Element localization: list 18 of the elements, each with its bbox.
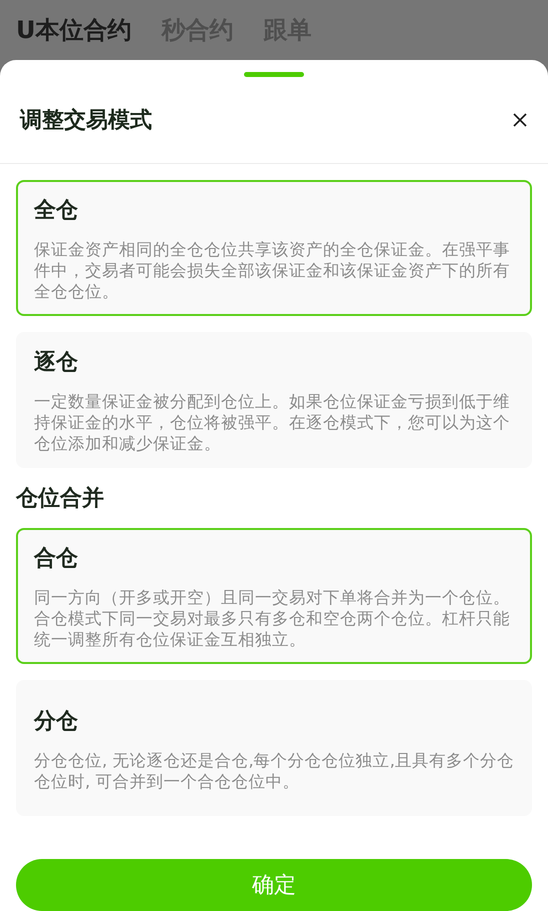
option-title: 全仓 <box>34 197 79 225</box>
option-card[interactable]: 全仓 保证金资产相同的全仓仓位共享该资产的全仓保证金。在强平事件中，交易者可能会损失全部该保证金和该保证金资产下的所有全仓仓位。 <box>16 180 532 316</box>
tab[interactable]: U本位合约 <box>16 18 132 42</box>
sheet-title: 调整交易模式 <box>20 106 152 134</box>
option-card[interactable]: 逐仓 一定数量保证金被分配到仓位上。如果仓位保证金亏损到低于维持保证金的水平，仓位将被强平。在逐仓模式下，您可以为这个仓位添加和减少保证金。 <box>16 332 532 468</box>
option-card[interactable]: 分仓 分仓仓位, 无论逐仓还是合仓,每个分仓仓位独立,且具有多个分仓仓位时, 可合并到一个合仓仓位中。 <box>16 680 532 816</box>
option-card[interactable]: 合仓 同一方向（开多或开空）且同一交易对下单将合并为一个仓位。合仓模式下同一交易对最多只有多仓和空仓两个仓位。杠杆只能统一调整所有仓位保证金互相独立。 <box>16 528 532 664</box>
drag-handle[interactable] <box>244 72 304 77</box>
close-button[interactable] <box>512 112 528 128</box>
option-description: 分仓仓位, 无论逐仓还是合仓,每个分仓仓位独立,且具有多个分仓仓位时, 可合并到一个合仓仓位中。 <box>34 750 514 792</box>
option-title: 逐仓 <box>34 349 79 377</box>
option-description: 一定数量保证金被分配到仓位上。如果仓位保证金亏损到低于维持保证金的水平，仓位将被强平。在逐仓模式下，您可以为这个仓位添加和减少保证金。 <box>34 391 511 454</box>
close-icon <box>512 112 528 128</box>
section-heading: 仓位合并 <box>16 485 105 513</box>
option-description: 同一方向（开多或开空）且同一交易对下单将合并为一个仓位。合仓模式下同一交易对最多只有多仓和空仓两个仓位。杠杆只能统一调整所有仓位保证金互相独立。 <box>34 587 511 650</box>
option-description: 保证金资产相同的全仓仓位共享该资产的全仓保证金。在强平事件中，交易者可能会损失全部该保证金和该保证金资产下的所有全仓仓位。 <box>34 239 511 302</box>
option-title: 合仓 <box>34 545 79 573</box>
option-title: 分仓 <box>34 708 79 736</box>
